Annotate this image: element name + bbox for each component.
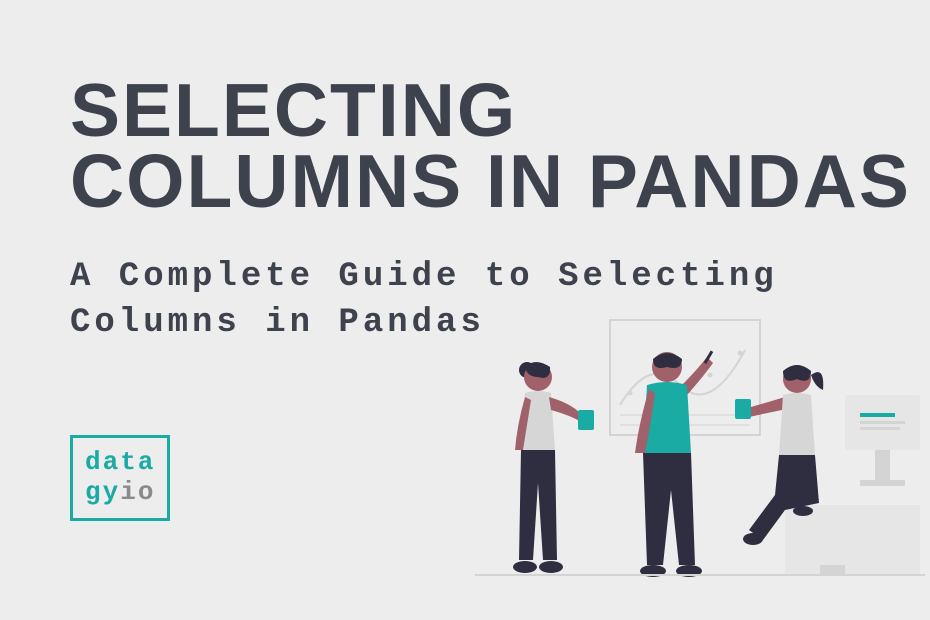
logo-text-data: data xyxy=(85,447,155,477)
person-left xyxy=(513,362,594,573)
logo-text-io: io xyxy=(120,477,155,507)
sticky-note-icon xyxy=(578,410,594,430)
page-title: SELECTING COLUMNS IN PANDAS xyxy=(70,75,930,218)
people-illustration xyxy=(475,315,925,605)
person-center xyxy=(635,350,713,577)
monitor-stand xyxy=(875,450,890,480)
logo-datagy: data gyio xyxy=(70,435,170,521)
sticky-note-icon xyxy=(735,399,751,419)
logo-text-gy: gy xyxy=(85,477,120,507)
monitor-base xyxy=(860,480,905,486)
